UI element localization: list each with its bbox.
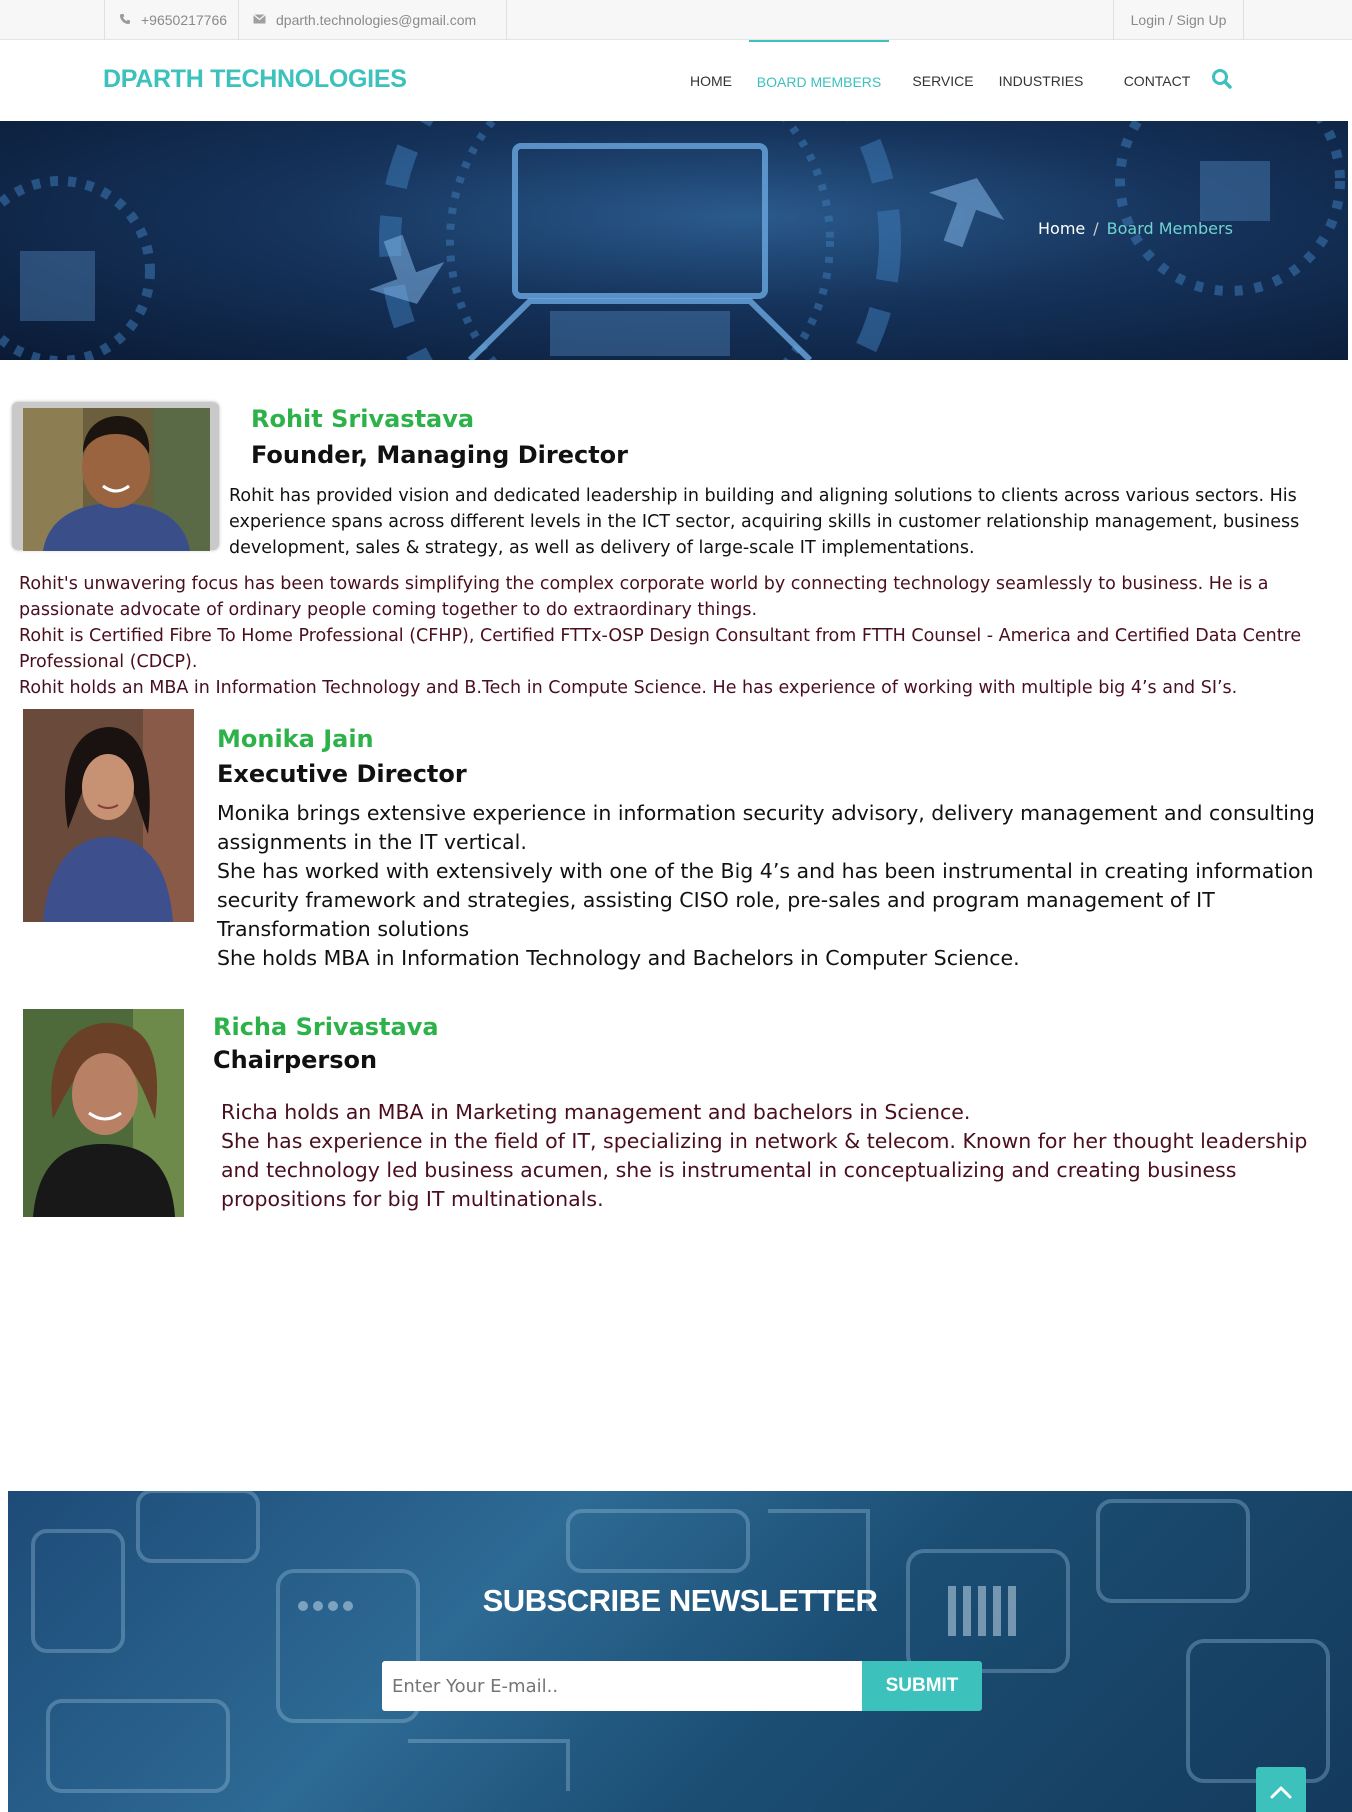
scroll-to-top-button[interactable] (1256, 1767, 1306, 1812)
phone-contact[interactable]: +9650217766 (104, 0, 238, 40)
member-name: Rohit Srivastava (251, 405, 475, 433)
bio-paragraph: Rohit's unwavering focus has been toward… (19, 574, 1269, 620)
member-bio: Richa holds an MBA in Marketing manageme… (221, 1098, 1341, 1214)
main-header: DPARTH TECHNOLOGIES HOME BOARD MEMBERS S… (0, 40, 1352, 121)
site-logo[interactable]: DPARTH TECHNOLOGIES (103, 65, 407, 94)
breadcrumb-home[interactable]: Home (1038, 219, 1085, 238)
banner-tech-illustration (0, 121, 1345, 360)
bio-paragraph: She holds MBA in Information Technology … (217, 946, 1020, 970)
member-bio-details: Rohit's unwavering focus has been toward… (19, 571, 1339, 701)
breadcrumb: Home / Board Members (1038, 219, 1233, 238)
nav-industries[interactable]: INDUSTRIES (995, 40, 1087, 121)
nav-board-members[interactable]: BOARD MEMBERS (749, 40, 889, 121)
breadcrumb-separator: / (1093, 219, 1099, 238)
envelope-icon (253, 13, 266, 27)
member-photo-richa (23, 1009, 184, 1217)
newsletter-section: SUBSCRIBE NEWSLETTER SUBMIT (8, 1491, 1352, 1812)
email-contact[interactable]: dparth.technologies@gmail.com (238, 0, 507, 40)
member-role: Founder, Managing Director (251, 441, 628, 469)
nav-home[interactable]: HOME (679, 40, 743, 121)
bio-paragraph: Monika brings extensive experience in in… (217, 801, 1315, 854)
top-bar: +9650217766 dparth.technologies@gmail.co… (0, 0, 1352, 40)
member-role: Executive Director (217, 760, 467, 788)
newsletter-email-input[interactable] (382, 1661, 870, 1711)
newsletter-submit-button[interactable]: SUBMIT (862, 1661, 982, 1711)
bio-paragraph: Rohit is Certified Fibre To Home Profess… (19, 626, 1302, 672)
newsletter-title: SUBSCRIBE NEWSLETTER (482, 1583, 878, 1618)
bio-paragraph: She has worked with extensively with one… (217, 859, 1314, 941)
search-icon[interactable] (1210, 67, 1234, 91)
member-name: Monika Jain (217, 725, 374, 753)
breadcrumb-current: Board Members (1106, 219, 1233, 238)
chevron-up-icon (1270, 1786, 1292, 1799)
bio-paragraph: Rohit holds an MBA in Information Techno… (19, 678, 1238, 698)
email-address: dparth.technologies@gmail.com (276, 12, 477, 28)
circuit-background (31, 1491, 1330, 1793)
bio-paragraph: Richa holds an MBA in Marketing manageme… (221, 1100, 971, 1124)
member-role: Chairperson (213, 1046, 378, 1074)
member-bio: Monika brings extensive experience in in… (217, 799, 1332, 973)
member-name: Richa Srivastava (213, 1013, 439, 1041)
nav-service[interactable]: SERVICE (906, 40, 980, 121)
nav-contact[interactable]: CONTACT (1119, 40, 1195, 121)
member-bio-intro: Rohit has provided vision and dedicated … (229, 483, 1309, 561)
bio-paragraph: She has experience in the field of IT, s… (221, 1129, 1308, 1211)
member-photo-rohit (23, 408, 210, 551)
member-photo-monika (23, 709, 194, 922)
bio-paragraph: Rohit has provided vision and dedicated … (229, 486, 1300, 558)
phone-number: +9650217766 (141, 12, 228, 28)
page-banner: Home / Board Members (0, 121, 1348, 360)
phone-icon (119, 13, 131, 28)
login-signup-link[interactable]: Login / Sign Up (1113, 0, 1244, 40)
